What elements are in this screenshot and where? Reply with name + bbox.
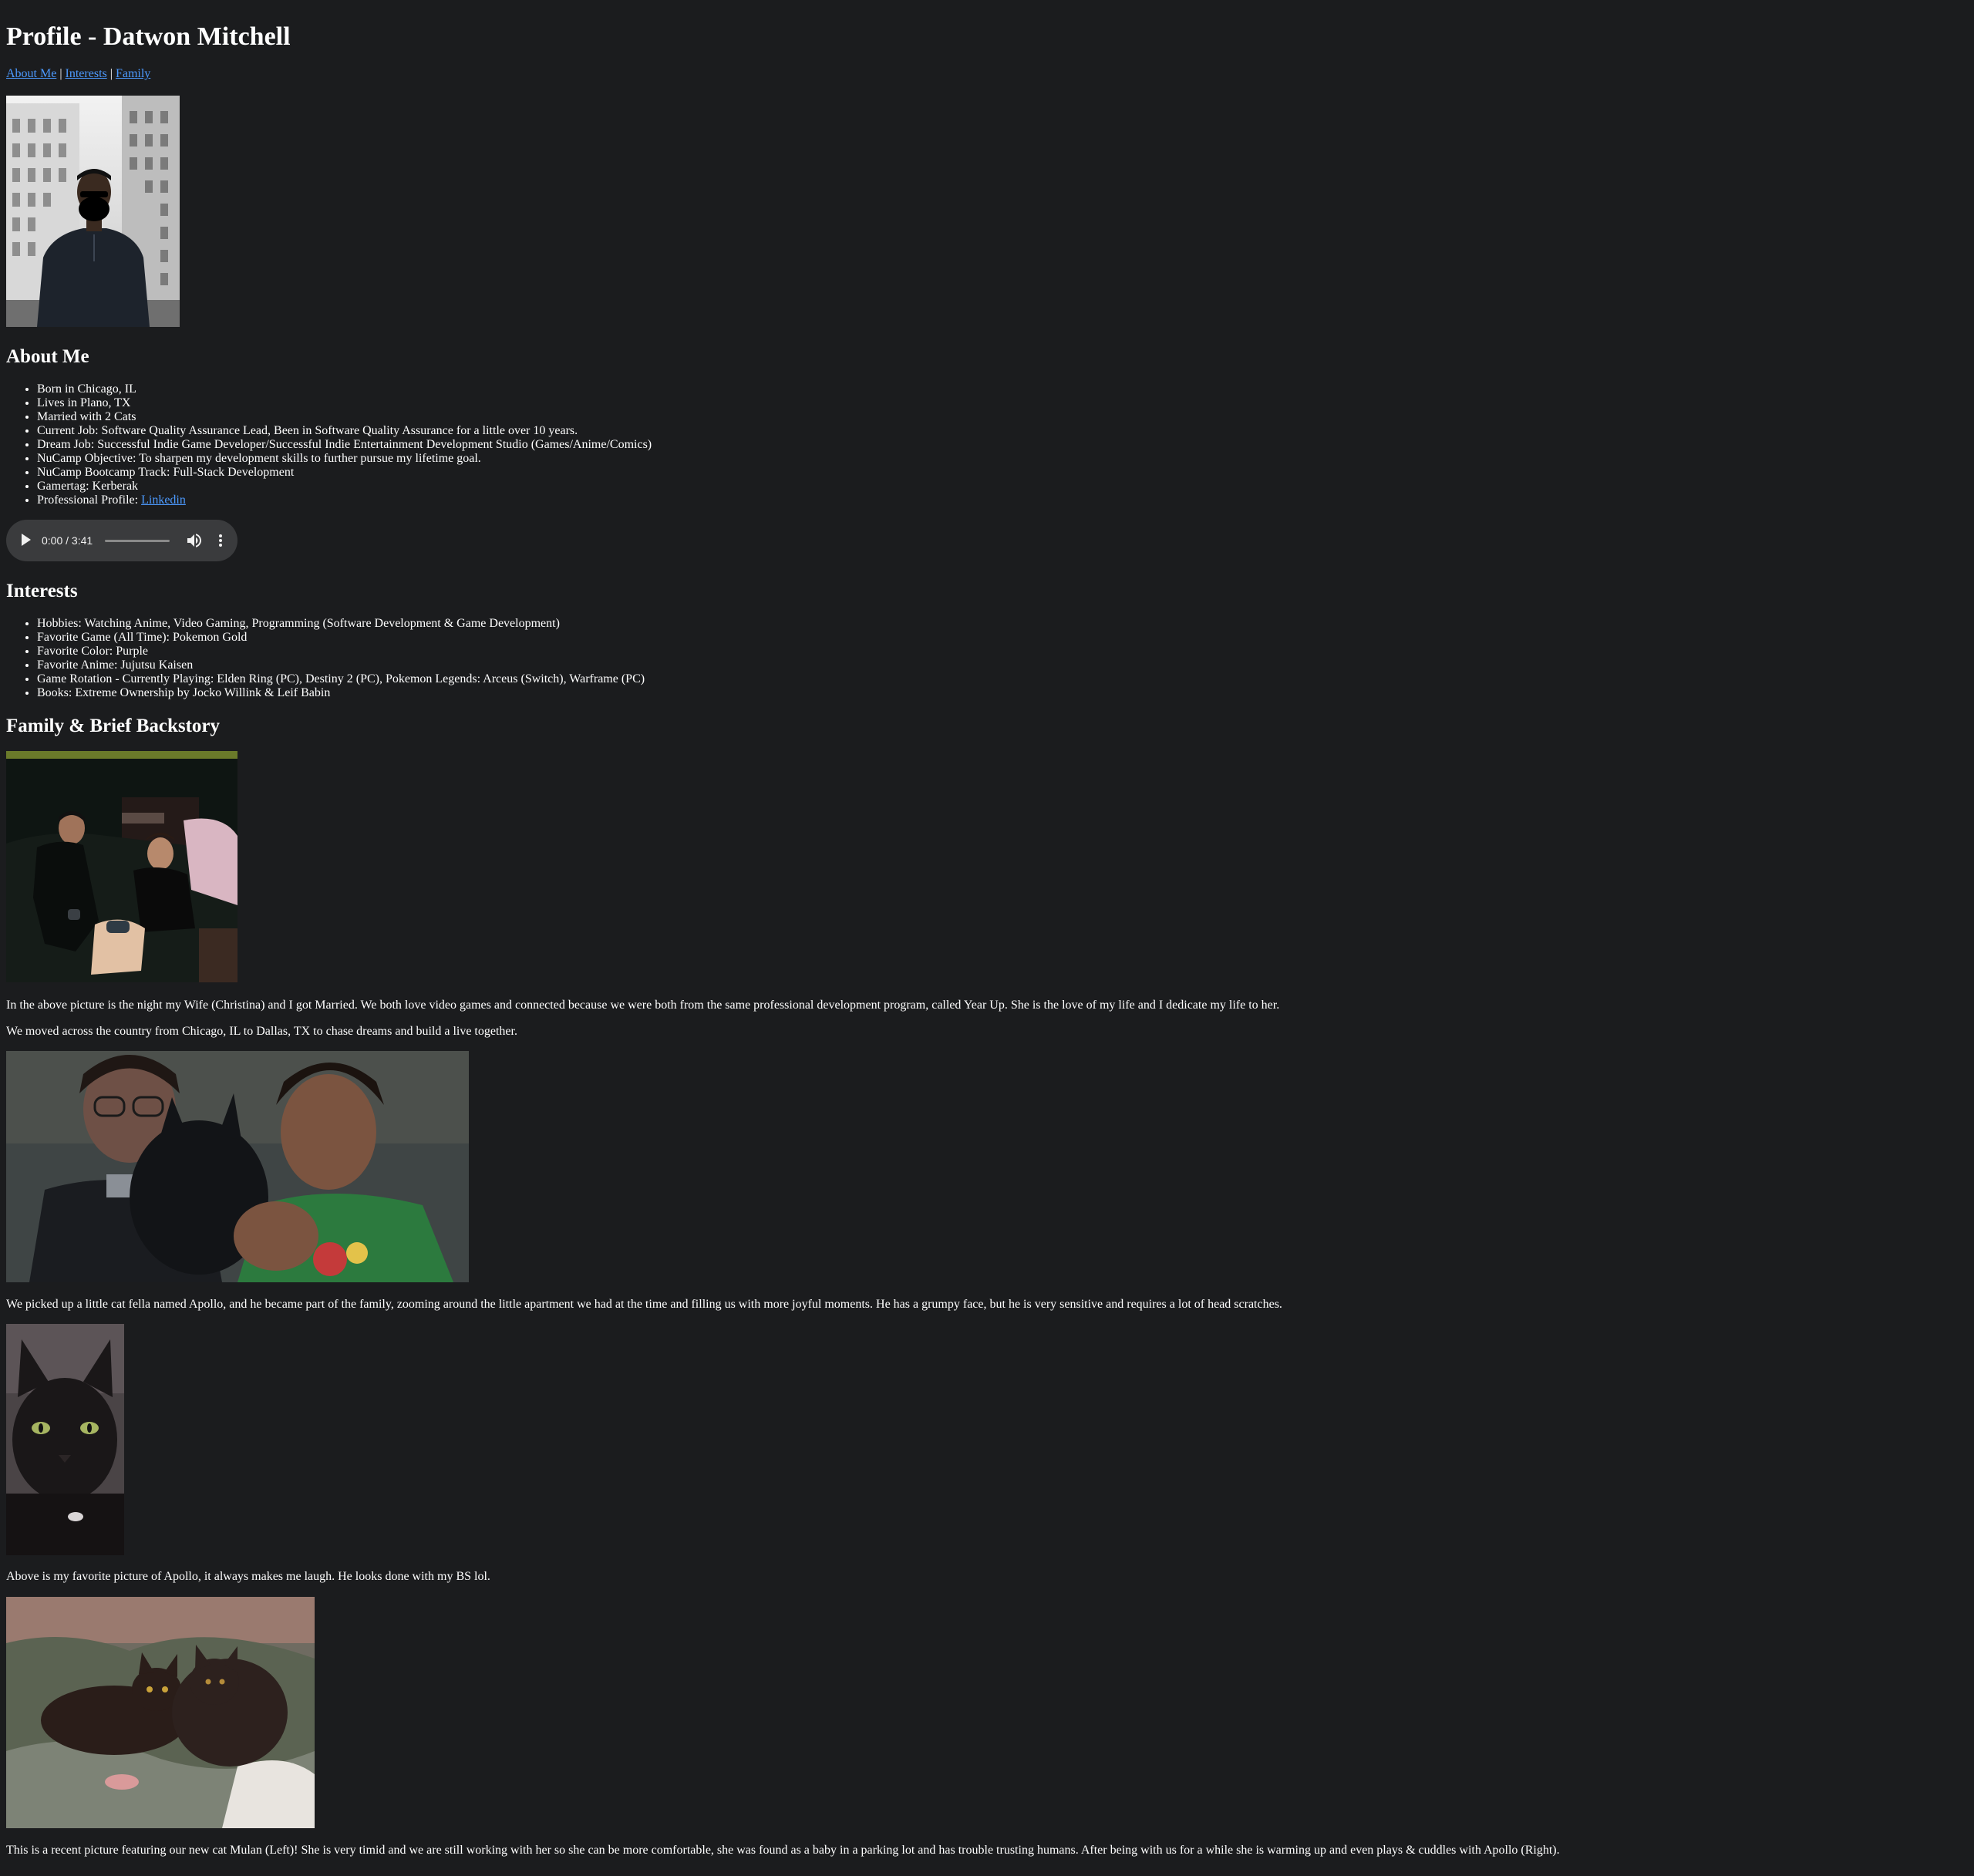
professional-profile-label: Professional Profile: <box>37 493 142 507</box>
list-item: Gamertag: Kerberak <box>37 480 652 493</box>
apollo-photo <box>6 1324 124 1555</box>
wedding-photo <box>6 751 237 982</box>
list-item: Married with 2 Cats <box>37 410 652 424</box>
family-paragraph-4: Above is my favorite picture of Apollo, … <box>6 1570 490 1583</box>
list-item: Dream Job: Successful Indie Game Develop… <box>37 438 652 452</box>
interests-heading: Interests <box>6 581 78 601</box>
audio-progress-slider[interactable] <box>105 540 170 542</box>
list-item: Hobbies: Watching Anime, Video Gaming, P… <box>37 617 645 631</box>
family-paragraph-3: We picked up a little cat fella named Ap… <box>6 1298 1282 1311</box>
audio-player: 0:00 / 3:41 <box>6 520 237 561</box>
list-item: Favorite Color: Purple <box>37 645 645 658</box>
family-paragraph-1: In the above picture is the night my Wif… <box>6 999 1280 1012</box>
about-me-heading: About Me <box>6 346 89 367</box>
nav-link-family[interactable]: Family <box>116 67 150 80</box>
nav-separator: | <box>59 67 62 80</box>
family-heading: Family & Brief Backstory <box>6 716 221 736</box>
list-item: NuCamp Objective: To sharpen my developm… <box>37 452 652 466</box>
volume-icon[interactable] <box>185 531 204 550</box>
list-item: Favorite Game (All Time): Pokemon Gold <box>37 631 645 645</box>
profile-page: Profile - Datwon Mitchell About Me | Int… <box>0 0 1974 1876</box>
profile-photo <box>6 96 180 327</box>
list-item: Game Rotation - Currently Playing: Elden… <box>37 672 645 686</box>
list-item: Lives in Plano, TX <box>37 396 652 410</box>
cats-photo <box>6 1597 315 1828</box>
list-item: Current Job: Software Quality Assurance … <box>37 424 652 438</box>
interests-list: Hobbies: Watching Anime, Video Gaming, P… <box>6 617 645 700</box>
more-options-icon[interactable] <box>214 531 227 550</box>
about-me-list: Born in Chicago, IL Lives in Plano, TX M… <box>6 382 652 507</box>
list-item: Books: Extreme Ownership by Jocko Willin… <box>37 686 645 700</box>
list-item: Favorite Anime: Jujutsu Kaisen <box>37 658 645 672</box>
family-paragraph-2: We moved across the country from Chicago… <box>6 1025 517 1038</box>
linkedin-link[interactable]: Linkedin <box>141 493 186 507</box>
nav-separator: | <box>109 67 113 80</box>
list-item-professional-profile: Professional Profile: Linkedin <box>37 493 652 507</box>
nav-link-about-me[interactable]: About Me <box>6 67 56 80</box>
list-item: Born in Chicago, IL <box>37 382 652 396</box>
page-title: Profile - Datwon Mitchell <box>6 22 291 51</box>
play-icon[interactable] <box>22 534 31 546</box>
nav-link-interests[interactable]: Interests <box>66 67 107 80</box>
list-item: NuCamp Bootcamp Track: Full-Stack Develo… <box>37 466 652 480</box>
family-selfie-photo <box>6 1051 469 1282</box>
audio-time-display: 0:00 / 3:41 <box>42 534 93 547</box>
family-paragraph-5: This is a recent picture featuring our n… <box>6 1844 1560 1857</box>
nav-bar: About Me | Interests | Family <box>6 68 150 80</box>
